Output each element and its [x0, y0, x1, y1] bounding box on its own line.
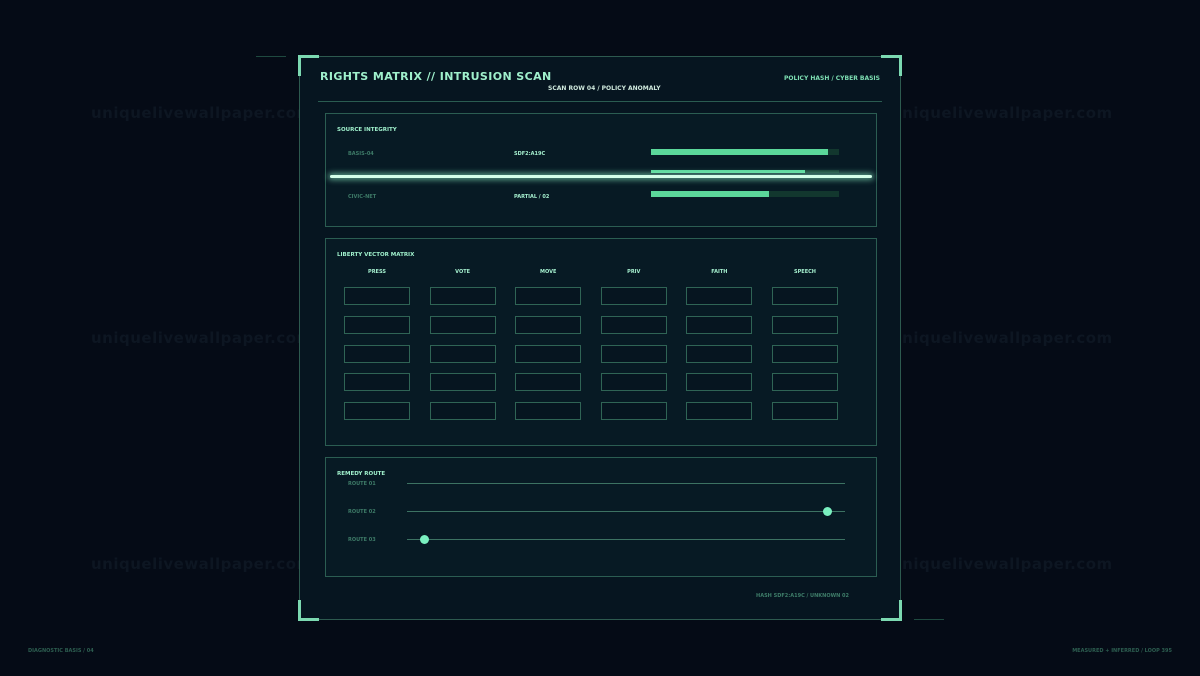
- matrix-cell[interactable]: [429, 402, 496, 421]
- footer-hash: HASH SDF2:A19C / UNKNOWN 02: [756, 593, 849, 599]
- matrix-cell[interactable]: [515, 287, 582, 305]
- matrix-cell[interactable]: [515, 373, 582, 392]
- matrix-cell[interactable]: [344, 315, 410, 334]
- liberty-matrix-section: LIBERTY VECTOR MATRIX PRESS VOTE MOVE PRIV F…: [325, 238, 877, 446]
- matrix-cell[interactable]: [600, 315, 667, 334]
- integrity-bar-fill: [651, 170, 806, 173]
- matrix-cell[interactable]: [772, 402, 838, 421]
- matrix-cell[interactable]: [686, 373, 753, 392]
- matrix-cell[interactable]: [772, 287, 838, 305]
- integrity-bar: [651, 149, 839, 155]
- corner-bracket: [298, 600, 319, 621]
- page-title: RIGHTS MATRIX // INTRUSION SCAN: [320, 70, 552, 83]
- matrix-cell[interactable]: [772, 373, 838, 392]
- matrix-cell[interactable]: [344, 373, 410, 392]
- matrix-column-header: VOTE: [455, 269, 471, 275]
- matrix-cell[interactable]: [429, 344, 496, 363]
- route-label: ROUTE 03: [348, 537, 376, 543]
- matrix-cell[interactable]: [600, 402, 667, 421]
- header-divider: [318, 101, 882, 102]
- matrix-cell[interactable]: [600, 344, 667, 363]
- watermark: uniquelivewallpaper.com: [91, 329, 313, 347]
- matrix-cell[interactable]: [772, 315, 838, 334]
- corner-bracket: [298, 55, 319, 76]
- decor-line-top-left: [256, 56, 286, 57]
- matrix-column-header: PRIV: [627, 269, 641, 275]
- route-slider-knob[interactable]: [420, 535, 430, 544]
- integrity-row-value: SDF2:A19C: [514, 151, 546, 157]
- source-integrity-section: SOURCE INTEGRITY BASIS-04 SDF2:A19C CIVI…: [325, 113, 877, 227]
- route-slider-track[interactable]: [407, 539, 845, 540]
- matrix-column-header: FAITH: [711, 269, 728, 275]
- matrix-cell[interactable]: [344, 344, 410, 363]
- remedy-route-section: REMEDY ROUTE ROUTE 01 ROUTE 02 ROUTE 03: [325, 457, 877, 577]
- route-slider-knob[interactable]: [822, 507, 832, 516]
- matrix-cell[interactable]: [515, 344, 582, 363]
- integrity-row-value: PARTIAL / 02: [514, 194, 550, 200]
- integrity-bar: [651, 170, 839, 173]
- watermark: uniquelivewallpaper.com: [891, 555, 1113, 573]
- integrity-row-label: BASIS-04: [348, 151, 374, 157]
- matrix-cell[interactable]: [429, 373, 496, 392]
- wallpaper-stage: uniquelivewallpaper.com uniquelivewallpa…: [0, 0, 1200, 676]
- decor-line-bottom-right: [914, 619, 944, 620]
- matrix-column-header: PRESS: [368, 269, 386, 275]
- matrix-cell[interactable]: [600, 373, 667, 392]
- watermark: uniquelivewallpaper.com: [891, 329, 1113, 347]
- footer-left: DIAGNOSTIC BASIS / 04: [28, 648, 94, 654]
- corner-bracket: [881, 55, 902, 76]
- matrix-cell[interactable]: [344, 287, 410, 305]
- integrity-bar: [651, 191, 839, 197]
- matrix-cell[interactable]: [600, 287, 667, 305]
- corner-bracket: [881, 600, 902, 621]
- matrix-cell[interactable]: [515, 402, 582, 421]
- route-slider-track[interactable]: [407, 483, 845, 484]
- section-title: LIBERTY VECTOR MATRIX: [337, 252, 415, 258]
- matrix-cell[interactable]: [686, 402, 753, 421]
- route-slider-track[interactable]: [407, 511, 845, 512]
- matrix-cell[interactable]: [772, 344, 838, 363]
- section-title: REMEDY ROUTE: [337, 471, 386, 477]
- watermark: uniquelivewallpaper.com: [91, 104, 313, 122]
- integrity-row-label: CIVIC-NET: [348, 194, 377, 200]
- scan-panel: RIGHTS MATRIX // INTRUSION SCAN SCAN ROW…: [298, 55, 902, 621]
- scan-line: [330, 175, 872, 178]
- matrix-cell[interactable]: [686, 344, 753, 363]
- watermark: uniquelivewallpaper.com: [891, 104, 1113, 122]
- route-label: ROUTE 02: [348, 509, 376, 515]
- section-title: SOURCE INTEGRITY: [337, 127, 397, 133]
- integrity-bar-fill: [651, 149, 828, 155]
- route-label: ROUTE 01: [348, 481, 376, 487]
- matrix-cell[interactable]: [429, 287, 496, 305]
- integrity-bar-fill: [651, 191, 770, 197]
- matrix-column-header: SPEECH: [794, 269, 816, 275]
- matrix-cell[interactable]: [344, 402, 410, 421]
- matrix-cell[interactable]: [429, 315, 496, 334]
- matrix-column-header: MOVE: [539, 269, 557, 275]
- watermark: uniquelivewallpaper.com: [91, 555, 313, 573]
- footer-right: MEASURED + INFERRED / LOOP 395: [1072, 648, 1172, 654]
- scan-subtitle: SCAN ROW 04 / POLICY ANOMALY: [548, 85, 661, 92]
- policy-hash-label: POLICY HASH / CYBER BASIS: [784, 75, 880, 82]
- matrix-cell[interactable]: [686, 287, 753, 305]
- matrix-cell[interactable]: [515, 315, 582, 334]
- matrix-cell[interactable]: [686, 315, 753, 334]
